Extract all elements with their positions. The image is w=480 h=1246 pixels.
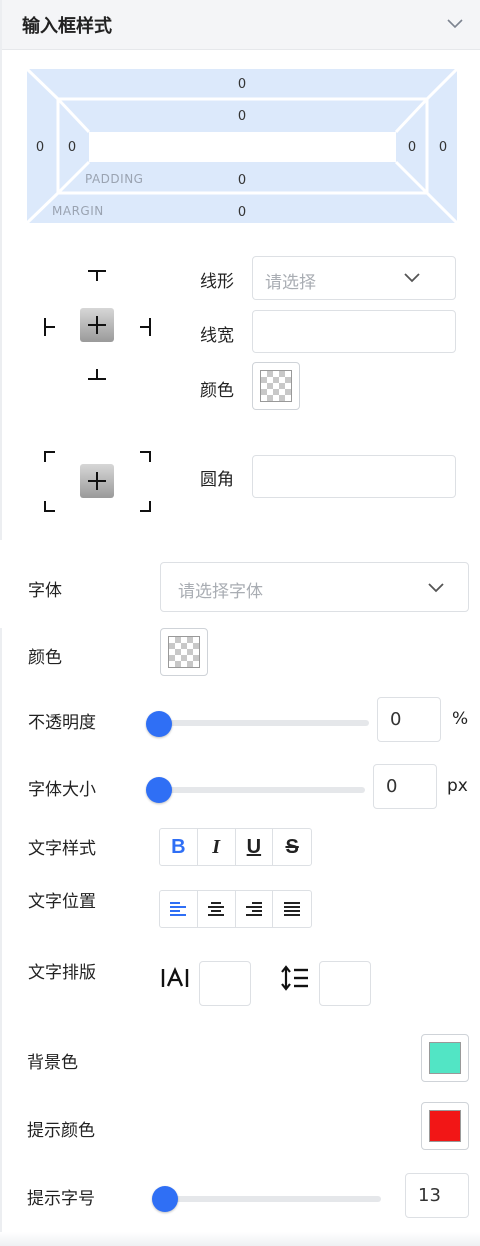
font-color-picker[interactable] — [160, 628, 208, 676]
opacity-slider-thumb[interactable] — [146, 711, 172, 737]
hint-size-input[interactable]: 13 — [405, 1173, 469, 1218]
panel-title: 输入框样式 — [22, 16, 112, 37]
border-top-toggle[interactable] — [86, 268, 108, 282]
padding-top-value[interactable]: 0 — [227, 109, 257, 124]
align-justify-button[interactable] — [273, 891, 311, 927]
font-family-placeholder: 请选择字体 — [178, 582, 263, 602]
margin-left-value[interactable]: 0 — [25, 140, 55, 155]
chevron-down-icon — [404, 273, 420, 283]
transparent-swatch — [260, 370, 292, 402]
letter-spacing-input[interactable] — [199, 961, 251, 1006]
line-width-input[interactable] — [252, 310, 456, 353]
opacity-unit: % — [452, 709, 469, 729]
padding-label: PADDING — [85, 172, 144, 186]
font-family-label: 字体 — [28, 581, 62, 601]
text-align-group — [159, 890, 312, 928]
opacity-slider-track[interactable] — [160, 720, 369, 726]
letter-spacing-icon — [161, 967, 189, 987]
align-center-button[interactable] — [198, 891, 236, 927]
line-style-label: 线形 — [200, 272, 234, 292]
box-model-diagram: 0 0 0 0 0 0 PADDING 0 MARGIN 0 — [27, 69, 457, 223]
line-style-select[interactable]: 请选择 — [252, 256, 456, 300]
corner-top-left-toggle[interactable] — [42, 449, 56, 463]
border-right-toggle[interactable] — [139, 316, 153, 338]
font-size-slider-thumb[interactable] — [146, 777, 172, 803]
align-center-icon — [208, 902, 225, 916]
chevron-down-icon[interactable] — [446, 14, 464, 32]
padding-right-value[interactable]: 0 — [397, 140, 427, 155]
underline-button[interactable]: U — [236, 829, 274, 865]
hint-size-slider-thumb[interactable] — [152, 1186, 178, 1212]
radius-input[interactable] — [252, 455, 456, 498]
italic-icon: I — [212, 835, 221, 858]
align-right-icon — [245, 902, 262, 916]
align-left-icon — [170, 902, 187, 916]
border-bottom-toggle[interactable] — [86, 368, 108, 382]
margin-label: MARGIN — [52, 204, 104, 218]
italic-button[interactable]: I — [198, 829, 236, 865]
hint-color-swatch — [429, 1110, 461, 1142]
plus-icon — [88, 472, 106, 490]
corner-bottom-left-toggle[interactable] — [42, 500, 56, 514]
plus-icon — [88, 316, 106, 334]
hint-size-slider-track[interactable] — [166, 1196, 381, 1202]
underline-icon: U — [246, 835, 262, 858]
font-size-unit: px — [447, 776, 468, 796]
border-all-toggle[interactable] — [80, 308, 114, 342]
font-size-slider-track[interactable] — [160, 787, 365, 793]
left-divider — [0, 0, 2, 540]
radius-label: 圆角 — [200, 470, 234, 490]
font-family-select[interactable]: 请选择字体 — [160, 562, 469, 612]
border-color-picker[interactable] — [252, 362, 300, 410]
font-size-label: 字体大小 — [28, 780, 96, 800]
padding-bottom-value[interactable]: 0 — [227, 173, 257, 188]
chevron-down-icon — [428, 583, 444, 593]
background-color-swatch — [429, 1042, 461, 1074]
left-divider-lower — [0, 628, 2, 1246]
margin-right-value[interactable]: 0 — [428, 140, 458, 155]
hint-color-picker[interactable] — [421, 1102, 469, 1150]
opacity-label: 不透明度 — [28, 713, 96, 733]
font-size-input[interactable]: 0 — [373, 764, 437, 809]
font-color-label: 颜色 — [28, 648, 62, 668]
text-style-group: B I U S — [159, 828, 312, 866]
strikethrough-button[interactable]: S — [273, 829, 311, 865]
transparent-swatch — [168, 636, 200, 668]
text-style-label: 文字样式 — [28, 839, 96, 859]
panel-bottom-edge — [0, 1232, 480, 1246]
margin-bottom-value[interactable]: 0 — [227, 205, 257, 220]
strikethrough-icon: S — [285, 835, 299, 858]
bold-icon: B — [171, 835, 186, 858]
line-width-label: 线宽 — [200, 326, 234, 346]
line-style-placeholder: 请选择 — [265, 273, 316, 293]
opacity-input[interactable]: 0 — [377, 697, 441, 742]
bold-button[interactable]: B — [160, 829, 198, 865]
corner-top-right-toggle[interactable] — [139, 449, 153, 463]
align-justify-icon — [284, 902, 301, 916]
hint-color-label: 提示颜色 — [27, 1121, 95, 1141]
text-align-label: 文字位置 — [28, 892, 96, 912]
hint-size-label: 提示字号 — [27, 1189, 95, 1209]
align-right-button[interactable] — [236, 891, 274, 927]
corner-bottom-right-toggle[interactable] — [139, 500, 153, 514]
margin-top-value[interactable]: 0 — [227, 77, 257, 92]
corner-all-toggle[interactable] — [80, 464, 114, 498]
background-color-picker[interactable] — [421, 1034, 469, 1082]
line-height-input[interactable] — [319, 961, 371, 1006]
border-left-toggle[interactable] — [42, 316, 56, 338]
text-layout-label: 文字排版 — [28, 963, 96, 983]
line-height-icon — [281, 965, 308, 991]
border-color-label: 颜色 — [200, 381, 234, 401]
background-color-label: 背景色 — [27, 1053, 78, 1073]
padding-left-value[interactable]: 0 — [57, 140, 87, 155]
align-left-button[interactable] — [160, 891, 198, 927]
